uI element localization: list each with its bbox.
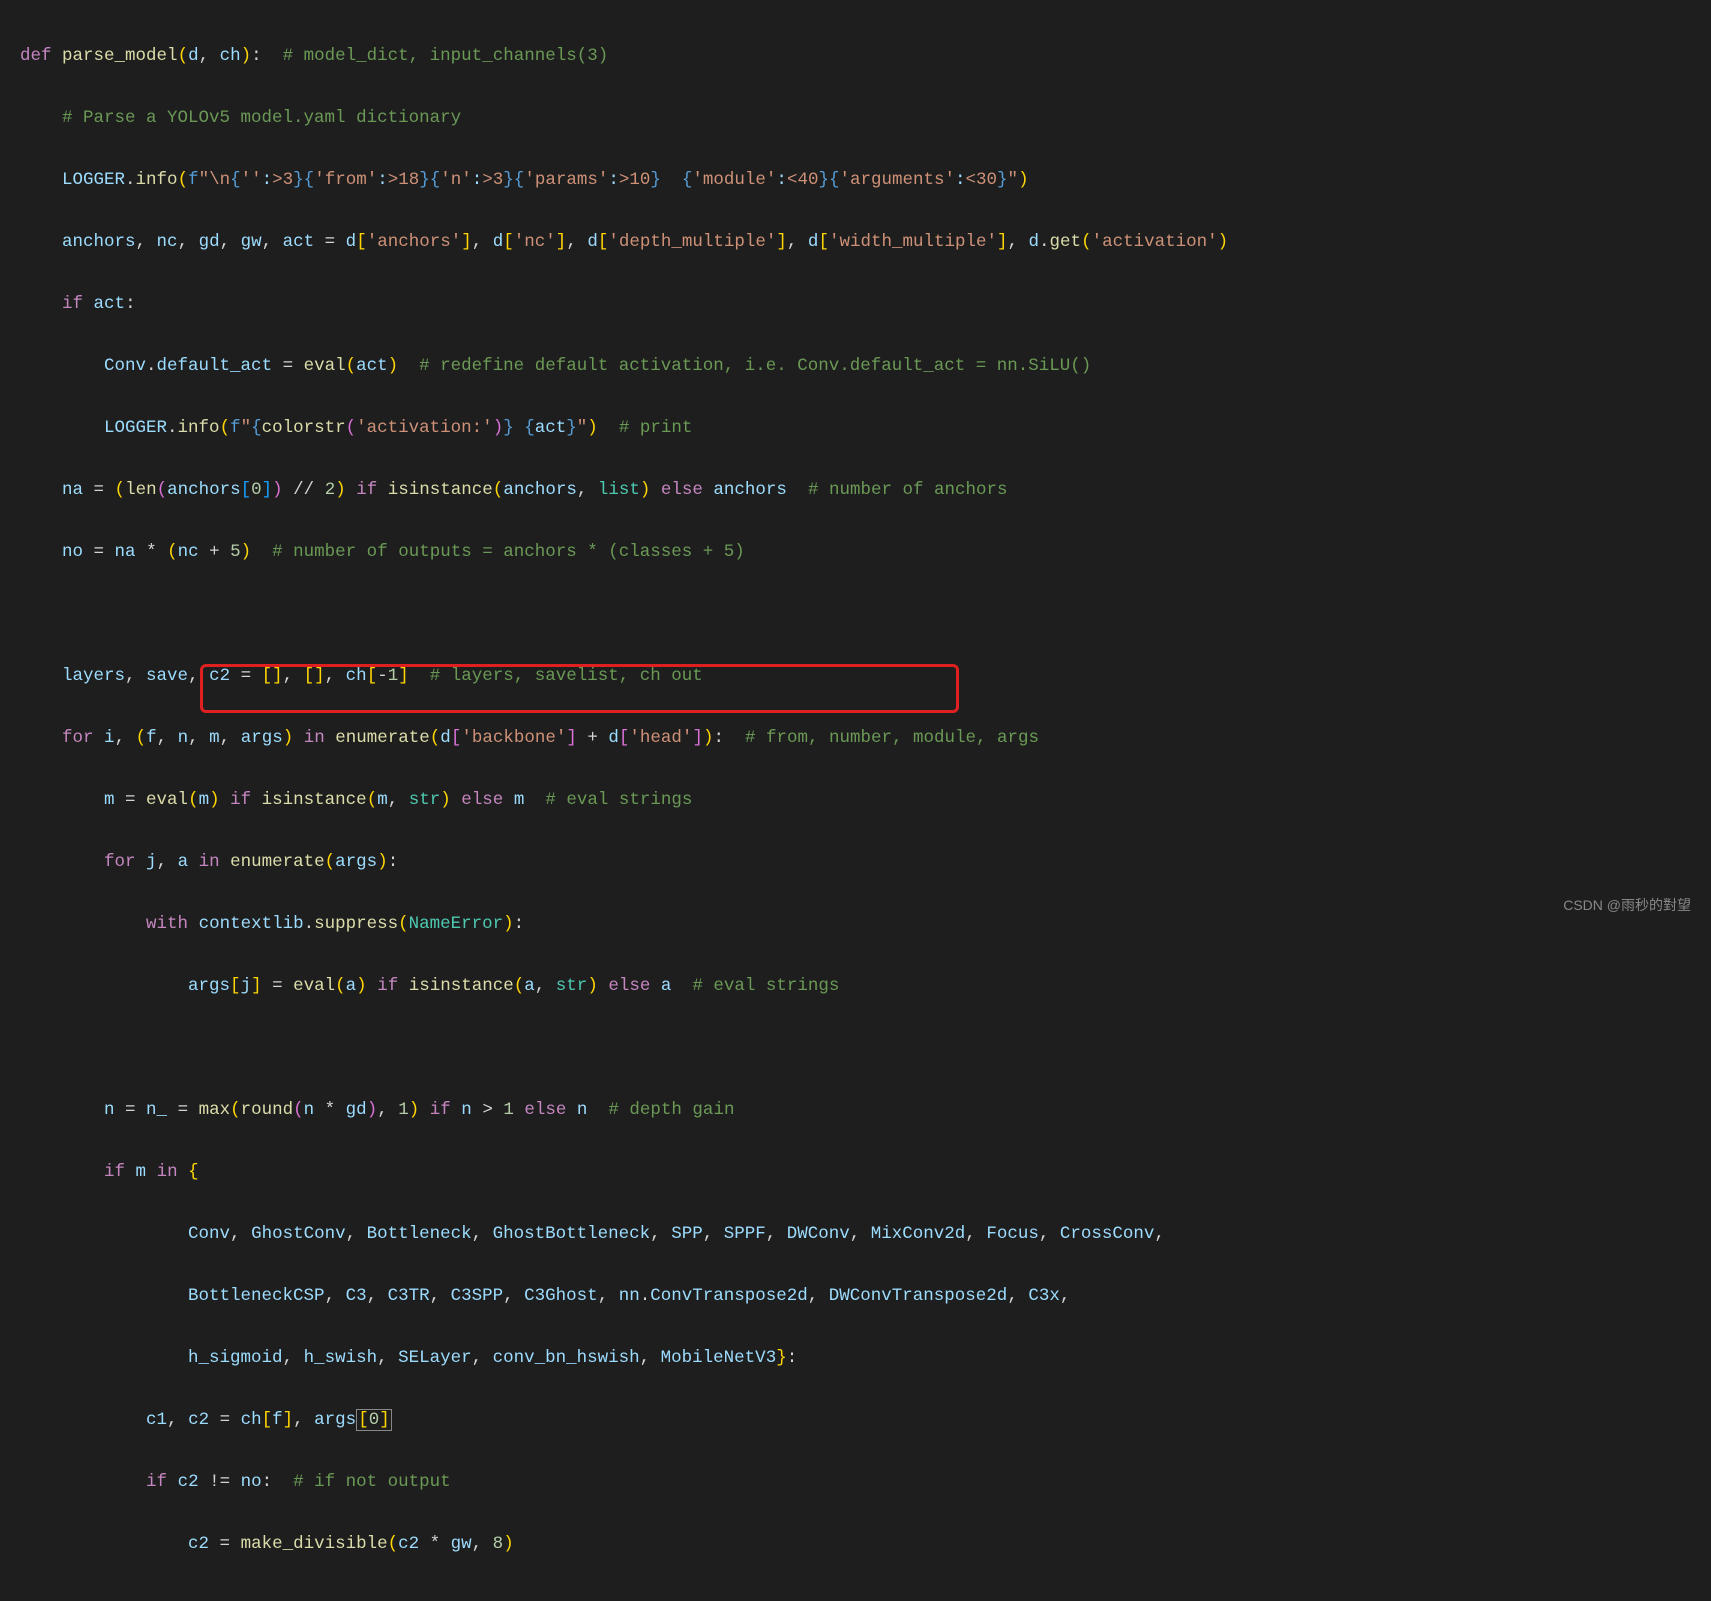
watermark: CSDN @雨秒的對望 (1563, 890, 1691, 921)
code-line: h_sigmoid, h_swish, SELayer, conv_bn_hsw… (20, 1343, 1691, 1374)
code-line: c1, c2 = ch[f], args[0] (20, 1405, 1691, 1436)
code-line (20, 1033, 1691, 1064)
code-line: # Parse a YOLOv5 model.yaml dictionary (20, 103, 1691, 134)
code-line: c2 = make_divisible(c2 * gw, 8) (20, 1529, 1691, 1560)
code-line: for j, a in enumerate(args): (20, 847, 1691, 878)
code-line: anchors, nc, gd, gw, act = d['anchors'],… (20, 227, 1691, 258)
code-line: Conv, GhostConv, Bottleneck, GhostBottle… (20, 1219, 1691, 1250)
code-line (20, 599, 1691, 630)
code-line: with contextlib.suppress(NameError): (20, 909, 1691, 940)
code-line: LOGGER.info(f"{colorstr('activation:')} … (20, 413, 1691, 444)
code-line: LOGGER.info(f"\n{'':>3}{'from':>18}{'n':… (20, 165, 1691, 196)
code-line: Conv.default_act = eval(act) # redefine … (20, 351, 1691, 382)
code-line: args[j] = eval(a) if isinstance(a, str) … (20, 971, 1691, 1002)
code-line: if c2 != no: # if not output (20, 1467, 1691, 1498)
code-line: def parse_model(d, ch): # model_dict, in… (20, 41, 1691, 72)
code-line: if m in { (20, 1157, 1691, 1188)
code-line: BottleneckCSP, C3, C3TR, C3SPP, C3Ghost,… (20, 1281, 1691, 1312)
code-editor[interactable]: def parse_model(d, ch): # model_dict, in… (0, 0, 1711, 1601)
code-line: n = n_ = max(round(n * gd), 1) if n > 1 … (20, 1095, 1691, 1126)
code-line: for i, (f, n, m, args) in enumerate(d['b… (20, 723, 1691, 754)
code-line: no = na * (nc + 5) # number of outputs =… (20, 537, 1691, 568)
code-line: m = eval(m) if isinstance(m, str) else m… (20, 785, 1691, 816)
code-line: if act: (20, 289, 1691, 320)
code-line: layers, save, c2 = [], [], ch[-1] # laye… (20, 661, 1691, 692)
code-line: na = (len(anchors[0]) // 2) if isinstanc… (20, 475, 1691, 506)
